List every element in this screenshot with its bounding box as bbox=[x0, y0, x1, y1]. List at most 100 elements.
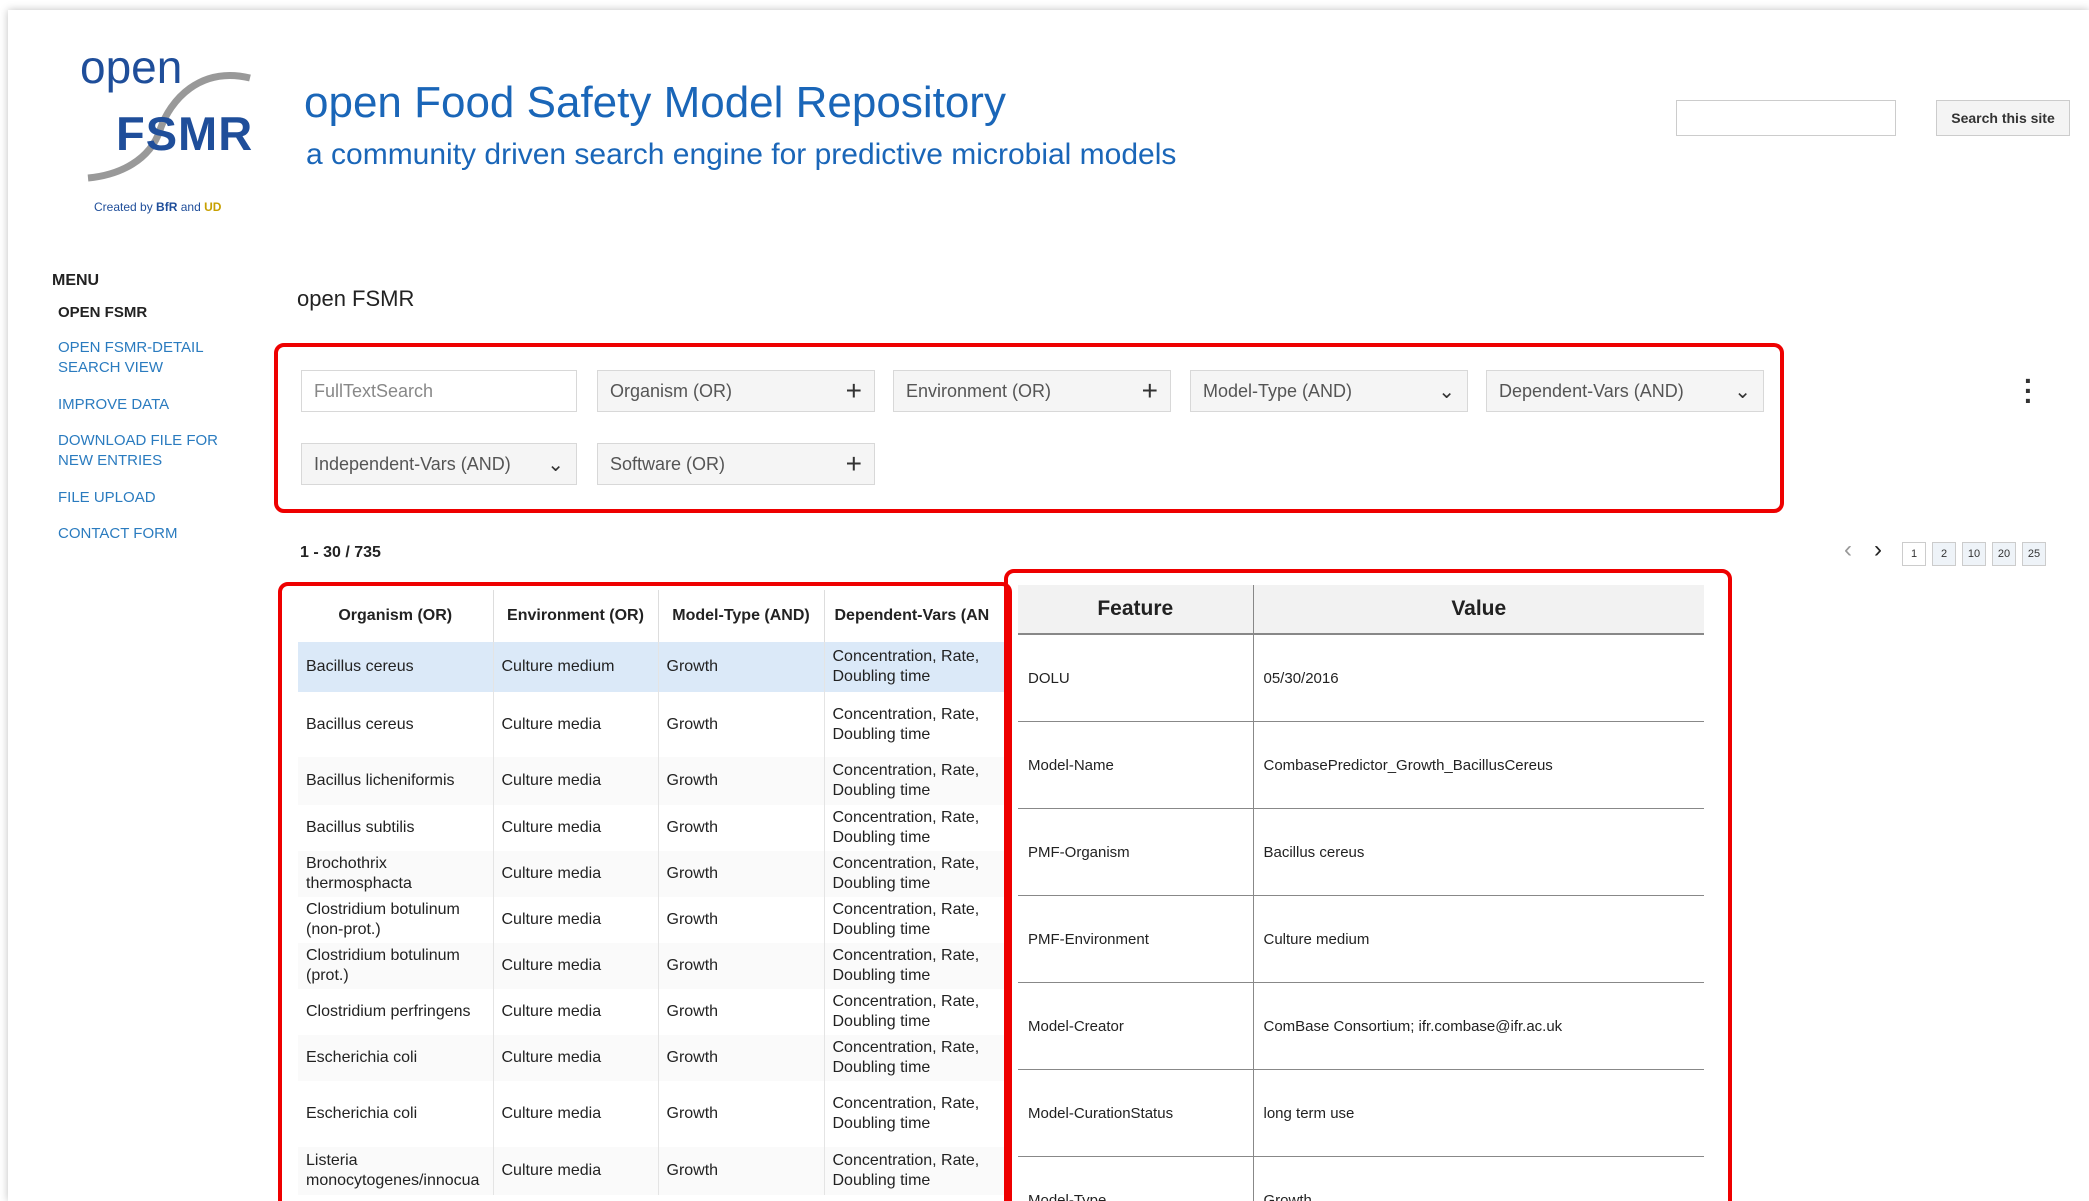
cell-organism: Brochothrix thermosphacta bbox=[298, 851, 494, 897]
site-subtitle: a community driven search engine for pre… bbox=[306, 138, 1177, 171]
site-search-input[interactable] bbox=[1676, 100, 1896, 136]
cell-organism: Bacillus cereus bbox=[298, 692, 494, 757]
feature-value: ComBase Consortium; ifr.combase@ifr.ac.u… bbox=[1253, 982, 1704, 1070]
table-row[interactable]: Brochothrix thermosphacta Culture media … bbox=[298, 851, 1005, 897]
page-size-20[interactable]: 20 bbox=[1992, 542, 2016, 566]
site-title: open Food Safety Model Repository bbox=[304, 78, 1006, 127]
cell-environment: Culture medium bbox=[493, 642, 659, 692]
details-table: Feature Value DOLU 05/30/2016 Model-Name… bbox=[1018, 585, 1704, 1201]
page-size-2[interactable]: 2 bbox=[1932, 542, 1956, 566]
cell-organism: Clostridium botulinum (prot.) bbox=[298, 943, 494, 989]
cell-organism: Bacillus licheniformis bbox=[298, 757, 494, 805]
cell-dependent-vars: Concentration, Rate, Doubling time bbox=[824, 692, 1005, 757]
column-header-organism[interactable]: Organism (OR) bbox=[298, 590, 494, 642]
details-row: PMF-Organism Bacillus cereus bbox=[1018, 808, 1704, 896]
details-header-value: Value bbox=[1253, 585, 1704, 635]
feature-name: Model-Type bbox=[1018, 1156, 1254, 1201]
feature-name: PMF-Organism bbox=[1018, 808, 1254, 896]
cell-model-type: Growth bbox=[658, 1035, 825, 1081]
table-row[interactable]: Escherichia coli Culture media Growth Co… bbox=[298, 1081, 1005, 1147]
filter-environment[interactable]: Environment (OR) + bbox=[893, 370, 1171, 412]
cell-dependent-vars: Concentration, Rate, Doubling time bbox=[824, 757, 1005, 805]
cell-model-type: Growth bbox=[658, 805, 825, 851]
filter-model-type[interactable]: Model-Type (AND) ⌄ bbox=[1190, 370, 1468, 412]
cell-dependent-vars: Concentration, Rate, Doubling time bbox=[824, 943, 1005, 989]
cell-environment: Culture media bbox=[493, 1147, 659, 1195]
more-options-icon[interactable]: · · · bbox=[2024, 367, 2033, 415]
cell-model-type: Growth bbox=[658, 851, 825, 897]
filters-highlight-box bbox=[274, 343, 1784, 513]
details-row: PMF-Environment Culture medium bbox=[1018, 895, 1704, 983]
table-row[interactable]: Bacillus subtilis Culture media Growth C… bbox=[298, 805, 1005, 851]
plus-icon[interactable]: + bbox=[1142, 377, 1158, 405]
table-row[interactable]: Bacillus cereus Culture media Growth Con… bbox=[298, 692, 1005, 757]
cell-model-type: Growth bbox=[658, 1147, 825, 1195]
site-search-button[interactable]: Search this site bbox=[1936, 100, 2070, 136]
details-row: DOLU 05/30/2016 bbox=[1018, 634, 1704, 722]
prev-page-icon[interactable]: ‹ bbox=[1844, 536, 1852, 564]
cell-dependent-vars: Concentration, Rate, Doubling time bbox=[824, 1035, 1005, 1081]
sidebar-item-contact-form[interactable]: CONTACT FORM bbox=[58, 524, 248, 544]
details-row: Model-Name CombasePredictor_Growth_Bacil… bbox=[1018, 721, 1704, 809]
plus-icon[interactable]: + bbox=[846, 450, 862, 478]
cell-organism: Escherichia coli bbox=[298, 1081, 494, 1147]
table-row[interactable]: Clostridium perfringens Culture media Gr… bbox=[298, 989, 1005, 1035]
details-row: Model-CurationStatus long term use bbox=[1018, 1069, 1704, 1157]
cell-environment: Culture media bbox=[493, 1081, 659, 1147]
cell-dependent-vars: Concentration, Rate, Doubling time bbox=[824, 1147, 1005, 1195]
table-row[interactable]: Bacillus licheniformis Culture media Gro… bbox=[298, 757, 1005, 805]
chevron-down-icon[interactable]: ⌄ bbox=[1734, 379, 1751, 404]
sidebar-item-file-upload[interactable]: FILE UPLOAD bbox=[58, 488, 248, 508]
sidebar-item-open-fsmr[interactable]: OPEN FSMR bbox=[58, 303, 248, 323]
feature-value: Growth bbox=[1253, 1156, 1704, 1201]
feature-value: CombasePredictor_Growth_BacillusCereus bbox=[1253, 721, 1704, 809]
filter-software[interactable]: Software (OR) + bbox=[597, 443, 875, 485]
filter-organism[interactable]: Organism (OR) + bbox=[597, 370, 875, 412]
chevron-down-icon[interactable]: ⌄ bbox=[547, 452, 564, 477]
page-size-25[interactable]: 25 bbox=[2022, 542, 2046, 566]
feature-name: Model-CurationStatus bbox=[1018, 1069, 1254, 1157]
cell-model-type: Growth bbox=[658, 943, 825, 989]
column-header-model-type[interactable]: Model-Type (AND) bbox=[658, 590, 825, 642]
sidebar-item-detail-search[interactable]: OPEN FSMR-DETAIL SEARCH VIEW bbox=[58, 338, 248, 378]
column-header-environment[interactable]: Environment (OR) bbox=[493, 590, 659, 642]
sidebar-item-download-file[interactable]: DOWNLOAD FILE FOR NEW ENTRIES bbox=[58, 431, 248, 471]
feature-name: DOLU bbox=[1018, 634, 1254, 722]
table-row[interactable]: Escherichia coli Culture media Growth Co… bbox=[298, 1035, 1005, 1081]
feature-value: long term use bbox=[1253, 1069, 1704, 1157]
logo-fsmr-text: FSMR bbox=[116, 107, 254, 160]
table-row[interactable]: Listeria monocytogenes/innocua Culture m… bbox=[298, 1147, 1005, 1195]
filter-independent-vars[interactable]: Independent-Vars (AND) ⌄ bbox=[301, 443, 577, 485]
cell-dependent-vars: Concentration, Rate, Doubling time bbox=[824, 642, 1005, 692]
cell-organism: Listeria monocytogenes/innocua bbox=[298, 1147, 494, 1195]
table-row[interactable]: Bacillus cereus Culture medium Growth Co… bbox=[298, 642, 1005, 692]
page-size-1[interactable]: 1 bbox=[1902, 542, 1926, 566]
results-table: Organism (OR) Environment (OR) Model-Typ… bbox=[298, 590, 1005, 1195]
feature-name: Model-Name bbox=[1018, 721, 1254, 809]
page-title: open FSMR bbox=[297, 286, 415, 311]
table-row[interactable]: Clostridium botulinum (non-prot.) Cultur… bbox=[298, 897, 1005, 943]
chevron-down-icon[interactable]: ⌄ bbox=[1438, 379, 1455, 404]
cell-environment: Culture media bbox=[493, 805, 659, 851]
sidebar-item-improve-data[interactable]: IMPROVE DATA bbox=[58, 395, 248, 415]
cell-organism: Escherichia coli bbox=[298, 1035, 494, 1081]
column-header-dependent-vars[interactable]: Dependent-Vars (AN bbox=[824, 590, 1005, 642]
page-size-10[interactable]: 10 bbox=[1962, 542, 1986, 566]
cell-dependent-vars: Concentration, Rate, Doubling time bbox=[824, 805, 1005, 851]
cell-model-type: Growth bbox=[658, 989, 825, 1035]
feature-name: PMF-Environment bbox=[1018, 895, 1254, 983]
plus-icon[interactable]: + bbox=[846, 377, 862, 405]
cell-model-type: Growth bbox=[658, 757, 825, 805]
table-row[interactable]: Clostridium botulinum (prot.) Culture me… bbox=[298, 943, 1005, 989]
feature-value: 05/30/2016 bbox=[1253, 634, 1704, 722]
cell-environment: Culture media bbox=[493, 692, 659, 757]
details-header-feature: Feature bbox=[1018, 585, 1254, 635]
next-page-icon[interactable]: › bbox=[1874, 536, 1882, 564]
fulltext-search-input[interactable]: FullTextSearch bbox=[301, 370, 577, 412]
filter-dependent-vars[interactable]: Dependent-Vars (AND) ⌄ bbox=[1486, 370, 1764, 412]
cell-organism: Bacillus cereus bbox=[298, 642, 494, 692]
cell-model-type: Growth bbox=[658, 642, 825, 692]
cell-environment: Culture media bbox=[493, 989, 659, 1035]
page: open FSMR Created by BfR and UD open Foo… bbox=[8, 10, 2089, 1201]
details-row: Model-Creator ComBase Consortium; ifr.co… bbox=[1018, 982, 1704, 1070]
